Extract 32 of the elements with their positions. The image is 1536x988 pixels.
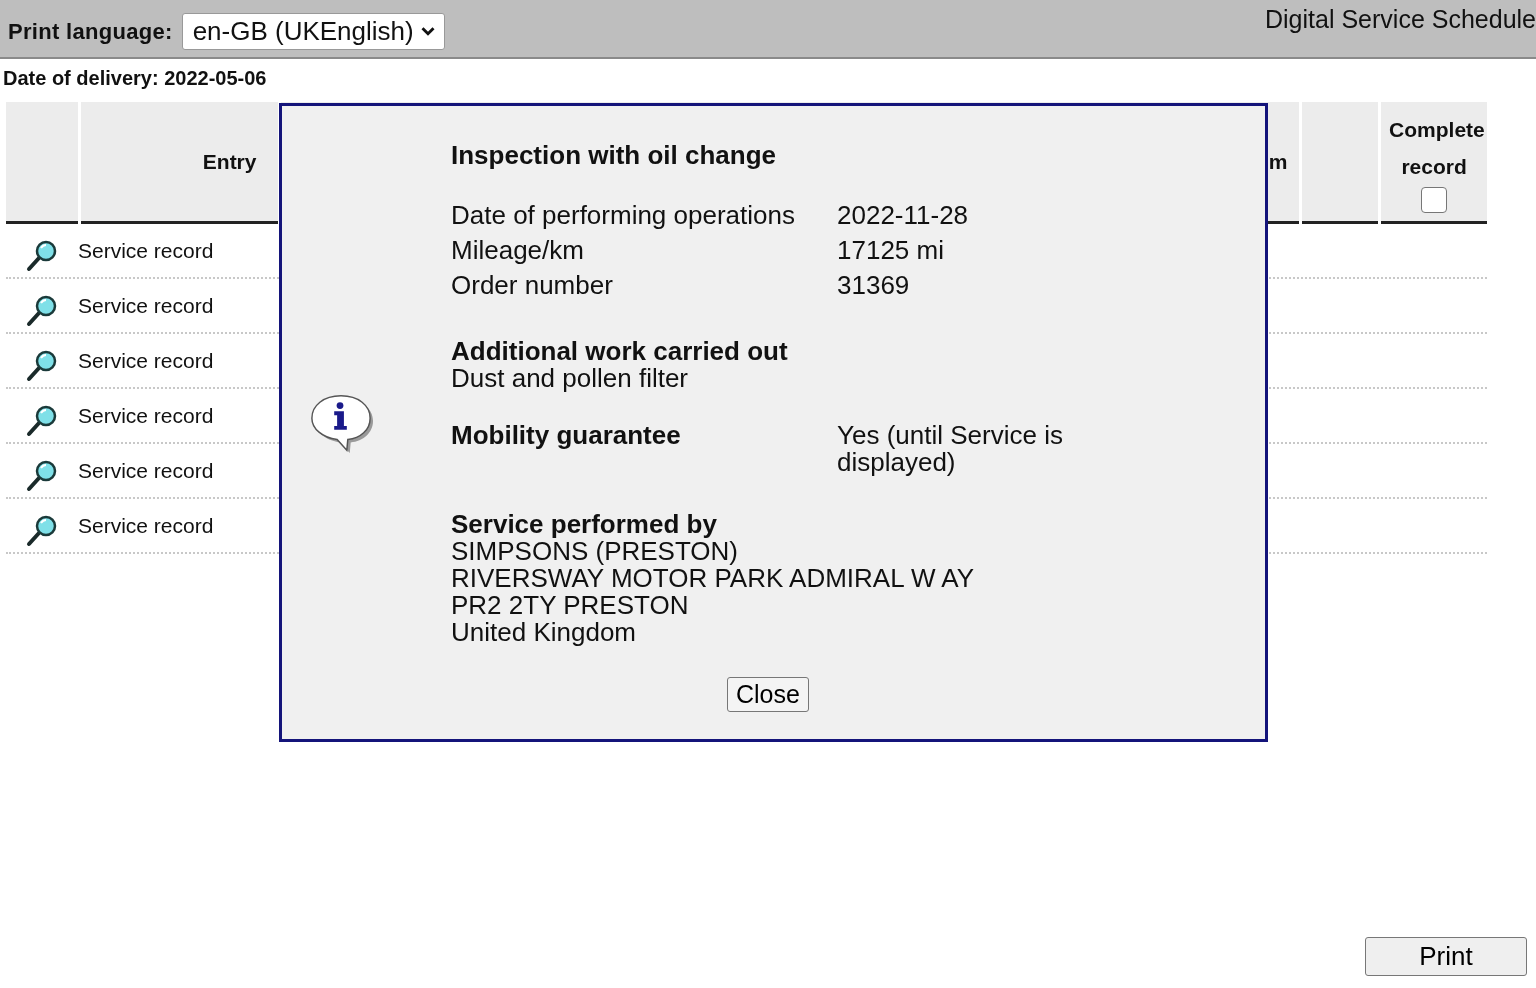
close-button[interactable]: Close xyxy=(727,677,809,712)
table-cell: Service record xyxy=(78,403,214,428)
print-button[interactable]: Print xyxy=(1365,937,1527,976)
section-heading: Service performed by xyxy=(451,511,718,538)
address-line: RIVERSWAY MOTOR PARK ADMIRAL W AY xyxy=(451,565,975,592)
detail-label: Order number xyxy=(451,269,614,302)
language-dropdown[interactable]: en-GB (UKEnglish) xyxy=(181,13,445,50)
detail-label: Date of performing operations xyxy=(451,199,796,232)
address-line: United Kingdom xyxy=(451,619,637,646)
table-cell: Service record xyxy=(78,348,214,373)
detail-value: 17125 mi xyxy=(837,234,944,267)
mobility-value: Yes (until Service is displayed) xyxy=(837,422,1064,476)
table-cell: Service record xyxy=(78,513,214,538)
table-cell: Service record xyxy=(78,458,214,483)
detail-value: 2022-11-28 xyxy=(837,199,969,232)
section-heading: Additional work carried out xyxy=(451,338,789,365)
address-line: PR2 2TY PRESTON xyxy=(451,592,690,619)
detail-value: 31369 xyxy=(837,269,910,302)
delivery-date: Date of delivery: 2022-05-06 xyxy=(3,67,268,90)
column-label: Entry xyxy=(202,149,257,175)
address-line: SIMPSONS (PRESTON) xyxy=(451,538,739,565)
dialog-title: Inspection with oil change xyxy=(451,140,778,171)
mobility-label: Mobility guarantee xyxy=(451,422,682,452)
column-label: m xyxy=(1268,149,1288,175)
chevron-icon xyxy=(419,26,436,37)
detail-label: Mileage/km xyxy=(451,234,585,267)
print-language-label: Print language: xyxy=(8,19,173,45)
section-text: Dust and pollen filter xyxy=(451,365,690,392)
page-title: Digital Service Schedule xyxy=(1265,5,1536,34)
table-cell: Service record xyxy=(78,238,214,263)
table-cell: Service record xyxy=(78,293,214,318)
checkbox[interactable] xyxy=(1421,186,1448,213)
